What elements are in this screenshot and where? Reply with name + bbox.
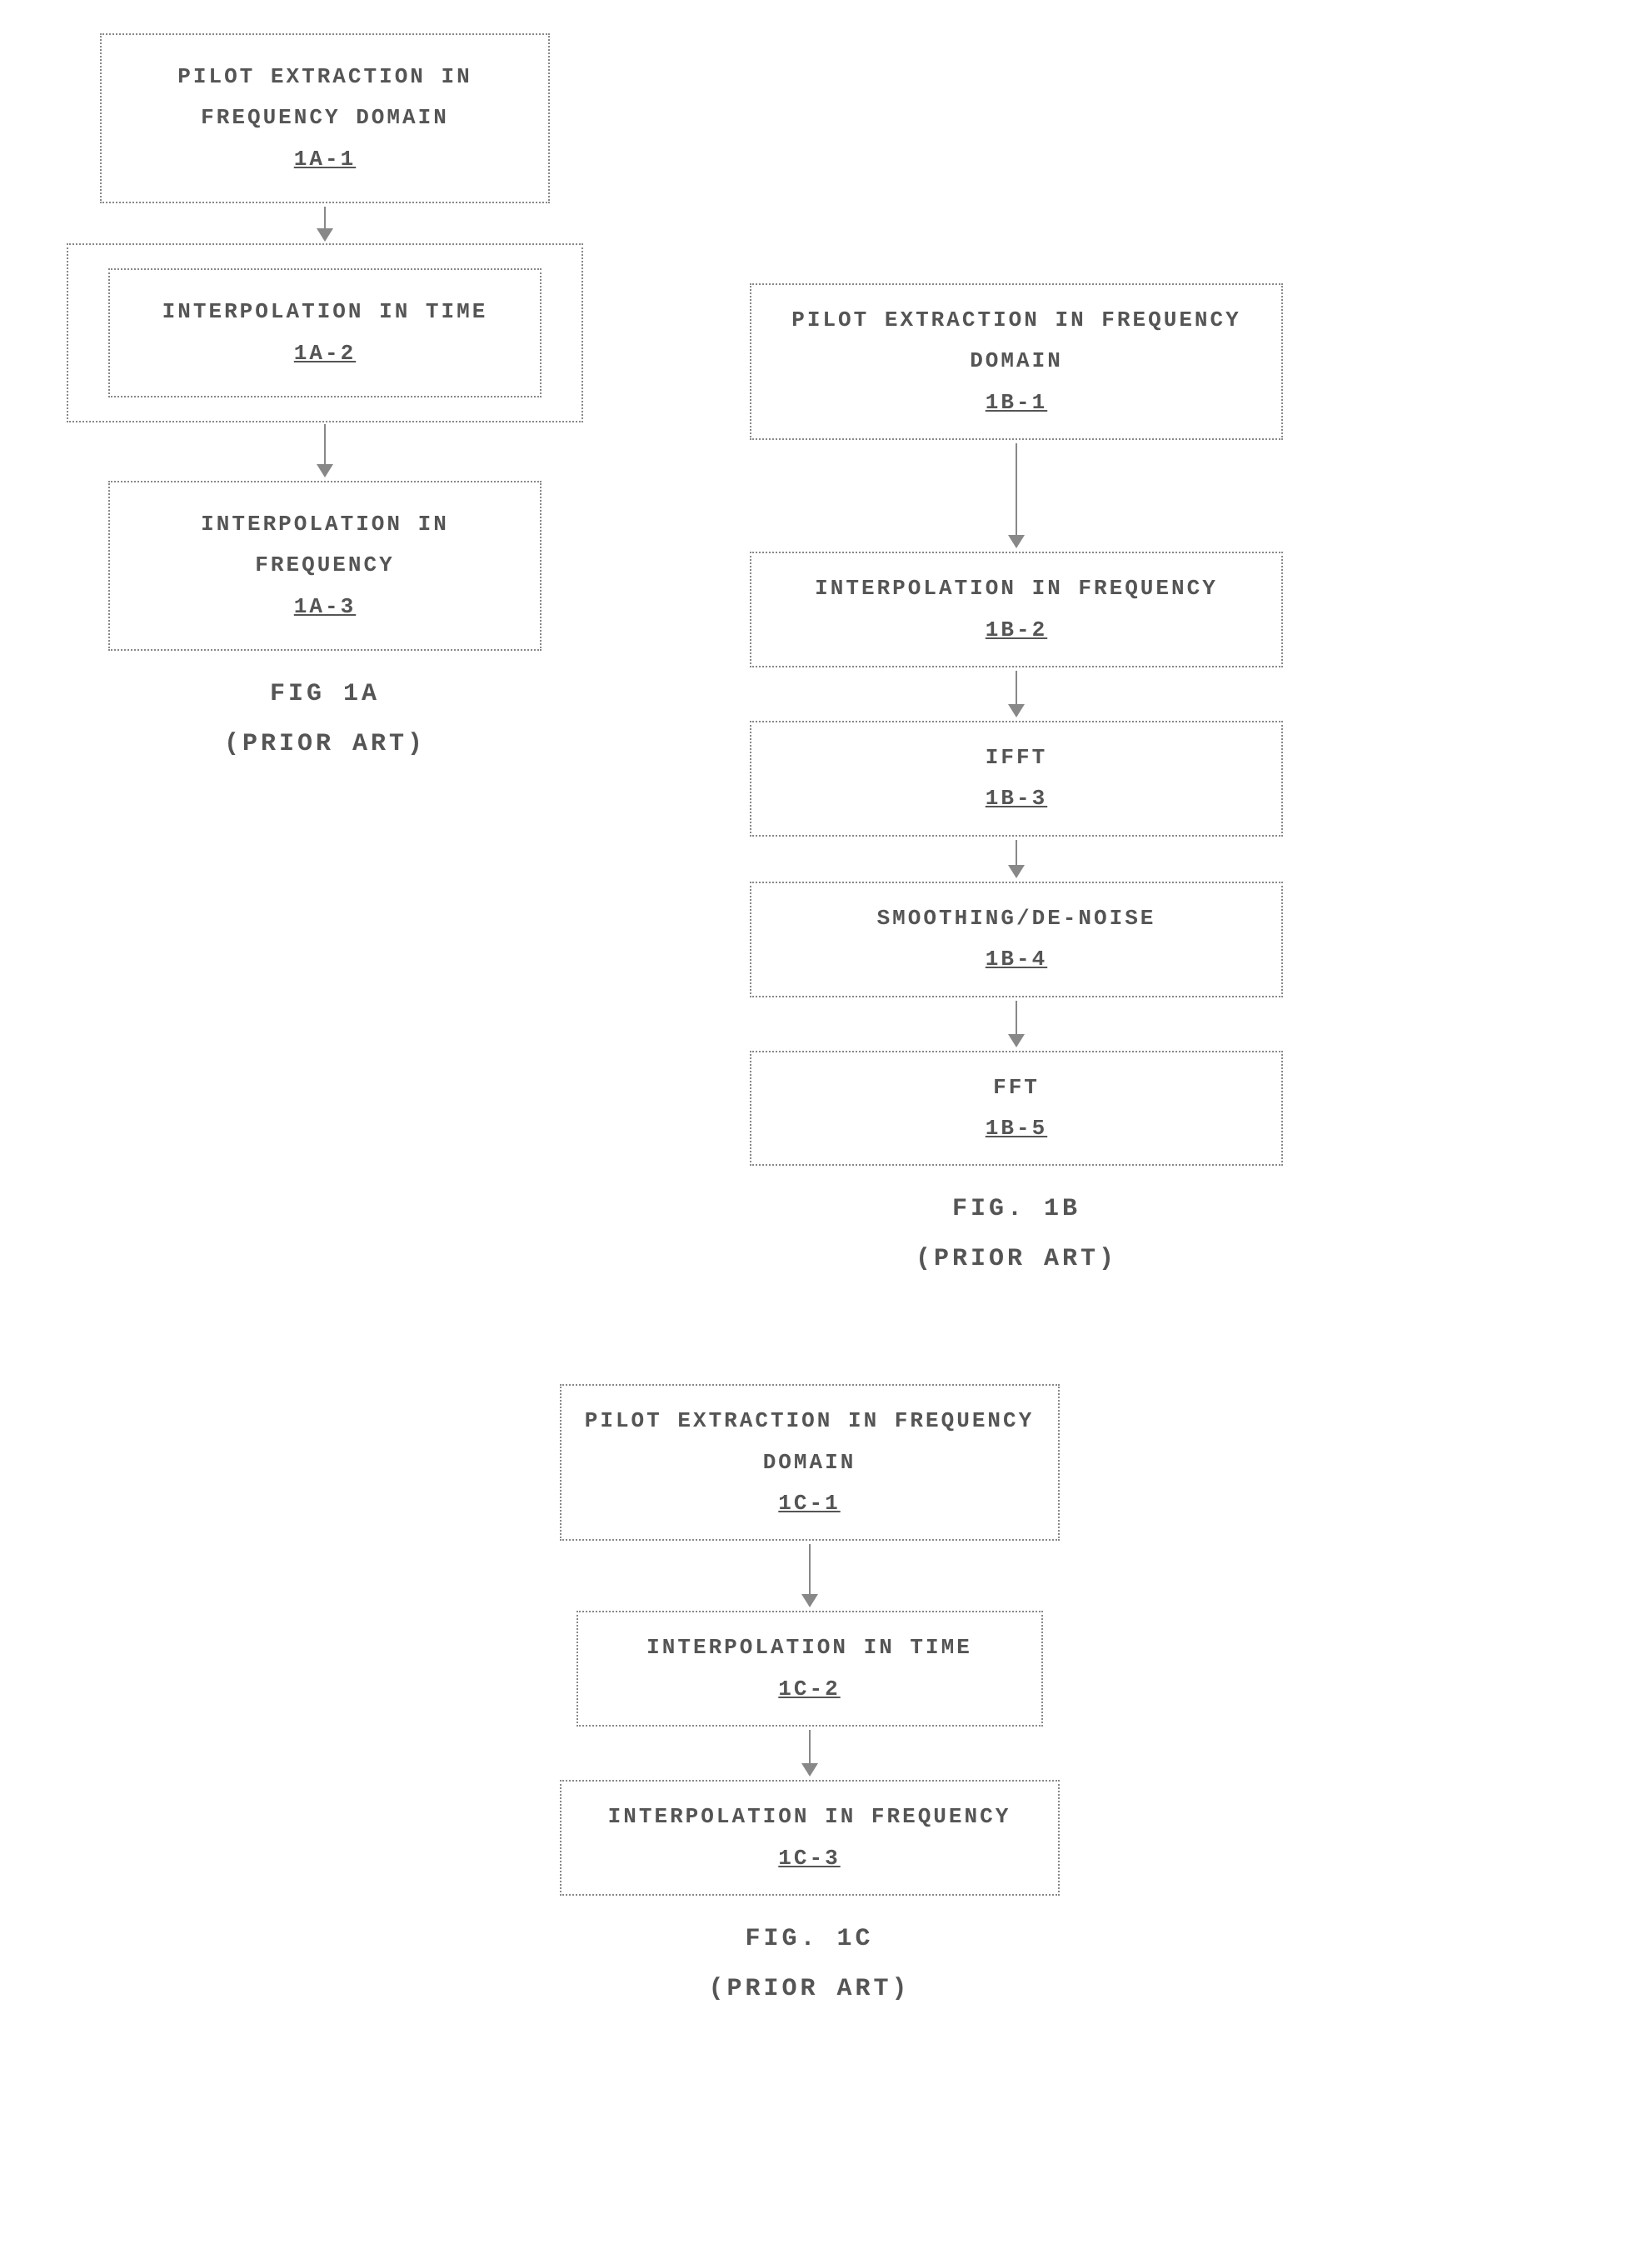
box-ref: 1C-3 — [778, 1846, 840, 1871]
box-1b-2: INTERPOLATION IN FREQUENCY 1B-2 — [750, 552, 1283, 667]
arrow-icon — [1008, 1001, 1025, 1047]
caption-line: (PRIOR ART) — [224, 730, 426, 758]
figure-1c: PILOT EXTRACTION IN FREQUENCY DOMAIN 1C-… — [0, 1384, 1619, 2014]
box-1a-1: PILOT EXTRACTION IN FREQUENCY DOMAIN 1A-… — [100, 33, 550, 203]
arrow-icon — [317, 207, 333, 242]
caption-line: (PRIOR ART) — [708, 1975, 910, 2003]
box-1a-3: INTERPOLATION IN FREQUENCY 1A-3 — [108, 481, 542, 651]
arrow-icon — [801, 1544, 818, 1607]
box-text: INTERPOLATION IN TIME — [162, 299, 488, 324]
box-text: DOMAIN — [763, 1450, 856, 1475]
box-text: INTERPOLATION IN — [201, 512, 449, 537]
box-1a-2: INTERPOLATION IN TIME 1A-2 — [108, 268, 542, 397]
arrow-icon — [317, 424, 333, 477]
top-row: PILOT EXTRACTION IN FREQUENCY DOMAIN 1A-… — [33, 33, 1619, 1284]
box-text: PILOT EXTRACTION IN FREQUENCY — [585, 1408, 1034, 1433]
box-ref: 1C-1 — [778, 1491, 840, 1516]
figure-1a: PILOT EXTRACTION IN FREQUENCY DOMAIN 1A-… — [67, 33, 583, 769]
caption-line: FIG. 1C — [745, 1925, 873, 1953]
box-text: SMOOTHING/DE-NOISE — [877, 906, 1156, 931]
figure-caption: FIG. 1B (PRIOR ART) — [916, 1184, 1117, 1284]
arrow-icon — [801, 1730, 818, 1777]
box-text: DOMAIN — [970, 348, 1063, 373]
box-text: FREQUENCY DOMAIN — [201, 105, 449, 130]
box-ref: 1C-2 — [778, 1677, 840, 1702]
box-1b-5: FFT 1B-5 — [750, 1051, 1283, 1167]
box-text: IFFT — [986, 745, 1047, 770]
arrow-icon — [1008, 671, 1025, 717]
figure-caption: FIG. 1C (PRIOR ART) — [708, 1914, 910, 2014]
box-ref: 1B-4 — [986, 947, 1047, 972]
box-1b-4: SMOOTHING/DE-NOISE 1B-4 — [750, 882, 1283, 997]
box-ref: 1B-1 — [986, 390, 1047, 415]
outer-box-1a: INTERPOLATION IN TIME 1A-2 — [67, 243, 583, 422]
box-ref: 1B-2 — [986, 617, 1047, 642]
box-text: INTERPOLATION IN FREQUENCY — [815, 576, 1218, 601]
box-text: PILOT EXTRACTION IN — [177, 64, 472, 89]
box-ref: 1A-1 — [294, 147, 356, 172]
arrow-icon — [1008, 840, 1025, 878]
box-text: INTERPOLATION IN TIME — [646, 1635, 972, 1660]
figure-1b: PILOT EXTRACTION IN FREQUENCY DOMAIN 1B-… — [750, 283, 1283, 1284]
caption-line: FIG. 1B — [952, 1195, 1081, 1223]
box-ref: 1B-5 — [986, 1116, 1047, 1141]
box-ref: 1B-3 — [986, 786, 1047, 811]
arrow-icon — [1008, 443, 1025, 548]
box-1c-2: INTERPOLATION IN TIME 1C-2 — [576, 1611, 1043, 1727]
box-1c-1: PILOT EXTRACTION IN FREQUENCY DOMAIN 1C-… — [560, 1384, 1060, 1541]
figure-caption: FIG 1A (PRIOR ART) — [224, 669, 426, 769]
box-1b-1: PILOT EXTRACTION IN FREQUENCY DOMAIN 1B-… — [750, 283, 1283, 440]
box-text: FREQUENCY — [255, 552, 394, 577]
caption-line: (PRIOR ART) — [916, 1245, 1117, 1273]
caption-line: FIG 1A — [270, 680, 380, 708]
box-text: PILOT EXTRACTION IN FREQUENCY — [791, 307, 1240, 332]
box-ref: 1A-3 — [294, 594, 356, 619]
box-1c-3: INTERPOLATION IN FREQUENCY 1C-3 — [560, 1780, 1060, 1896]
box-1b-3: IFFT 1B-3 — [750, 721, 1283, 837]
box-text: FFT — [993, 1075, 1040, 1100]
box-ref: 1A-2 — [294, 341, 356, 366]
box-text: INTERPOLATION IN FREQUENCY — [608, 1804, 1011, 1829]
page: PILOT EXTRACTION IN FREQUENCY DOMAIN 1A-… — [33, 33, 1619, 2014]
